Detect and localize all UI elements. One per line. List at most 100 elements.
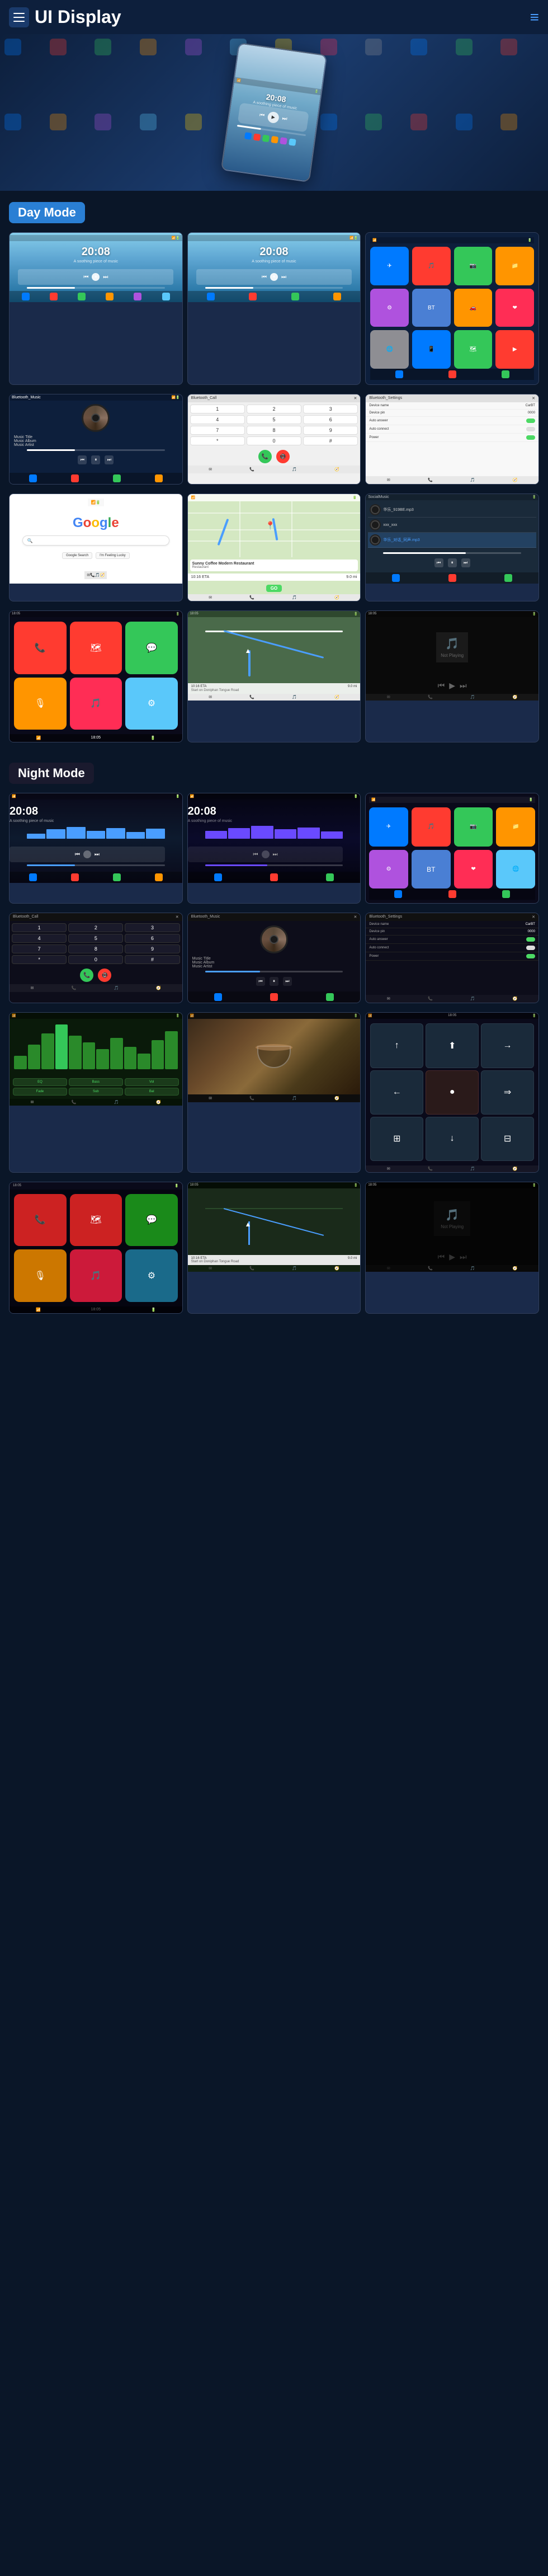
nnp-music-icon[interactable]: 🎵: [470, 1266, 475, 1271]
nav-btn-7[interactable]: ⊞: [370, 1117, 423, 1161]
settings-nav-icon[interactable]: 🧭: [513, 478, 518, 482]
night-app-icon[interactable]: BT: [412, 850, 451, 889]
nav-arrow-left[interactable]: ←: [370, 1070, 423, 1115]
next-ctrl[interactable]: ⏭: [105, 455, 114, 464]
night-play-ctrl[interactable]: ⏸: [270, 977, 278, 986]
night-play-1[interactable]: [83, 850, 91, 858]
key-7[interactable]: 7: [190, 426, 245, 435]
app-icon[interactable]: [29, 474, 37, 482]
key-star[interactable]: *: [190, 436, 245, 445]
app-icon[interactable]: [270, 993, 278, 1001]
night-key-7[interactable]: 7: [12, 944, 67, 953]
app-icon[interactable]: [326, 873, 334, 881]
app-icon[interactable]: [392, 574, 400, 582]
f-nav-icon[interactable]: 🧭: [334, 1096, 339, 1101]
player-bar-2[interactable]: ⏮ ⏸ ⏭: [196, 269, 352, 285]
phone-app[interactable]: 📞: [14, 622, 67, 674]
m-phone-icon[interactable]: 📞: [249, 595, 254, 600]
power-toggle[interactable]: [526, 435, 535, 440]
wave-btn-1[interactable]: EQ: [13, 1078, 67, 1086]
night-next-1[interactable]: ⏭: [95, 852, 100, 858]
app-icon-grid[interactable]: ⚙: [370, 289, 409, 327]
nav-phone-icon[interactable]: 📞: [249, 695, 254, 699]
night-app-icon[interactable]: ✈: [369, 807, 408, 847]
maps-app[interactable]: 🗺: [70, 622, 122, 674]
music-icon[interactable]: 🎵: [292, 467, 297, 472]
wave-btn-5[interactable]: Sub: [69, 1088, 123, 1096]
next-btn-2[interactable]: ⏭: [281, 274, 286, 280]
wave-btn-6[interactable]: Bal: [125, 1088, 179, 1096]
ns-nav-icon[interactable]: 🧭: [513, 996, 518, 1001]
m-music-icon[interactable]: 🎵: [292, 595, 297, 600]
app-icon-grid[interactable]: 🗺: [454, 330, 493, 369]
app-icon-grid[interactable]: 🌐: [370, 330, 409, 369]
prev-icon[interactable]: ⏮: [259, 112, 264, 119]
nav-music-icon[interactable]: 🎵: [292, 695, 297, 699]
app-icon[interactable]: [207, 293, 215, 300]
night-next-ctrl[interactable]: ⏭: [283, 977, 292, 986]
app-icon[interactable]: [502, 370, 509, 378]
night-app-icon[interactable]: 📁: [496, 807, 535, 847]
app-icon[interactable]: [504, 574, 512, 582]
app-icon[interactable]: [448, 890, 456, 898]
key-hash[interactable]: #: [303, 436, 358, 445]
app-icon[interactable]: [71, 474, 79, 482]
nnd-phone-icon[interactable]: 📞: [249, 1266, 254, 1271]
g-nav-icon[interactable]: 🧭: [100, 573, 105, 577]
app-icon[interactable]: [249, 293, 257, 300]
night-player-1[interactable]: ⏮ ⏭: [10, 847, 165, 862]
podcast-app[interactable]: 🎙: [14, 678, 67, 730]
nn-music-icon[interactable]: 🎵: [470, 1167, 475, 1171]
hangup-btn[interactable]: 📵: [276, 450, 290, 463]
app-icon-grid[interactable]: ▶: [495, 330, 534, 369]
night-auto-answer-toggle[interactable]: [526, 937, 535, 942]
night-key-hash[interactable]: #: [125, 955, 179, 964]
nn-phone-icon[interactable]: 📞: [428, 1167, 433, 1171]
social-next[interactable]: ⏭: [461, 558, 470, 567]
wave-btn-3[interactable]: Vol: [125, 1078, 179, 1086]
social-prev[interactable]: ⏮: [434, 558, 443, 567]
night-key-0[interactable]: 0: [68, 955, 123, 964]
night-np-prev[interactable]: ⏮: [438, 1252, 445, 1262]
app-icon-grid[interactable]: BT: [412, 289, 451, 327]
next-icon[interactable]: ⏭: [282, 115, 287, 122]
ns-music-icon[interactable]: 🎵: [470, 996, 475, 1001]
app-icon-grid[interactable]: 📁: [495, 247, 534, 285]
night-settings-app[interactable]: ⚙: [125, 1249, 178, 1302]
nc-nav-icon[interactable]: 🧭: [156, 986, 161, 990]
prev-ctrl[interactable]: ⏮: [78, 455, 87, 464]
w-phone-icon[interactable]: 📞: [72, 1100, 77, 1104]
settings-app[interactable]: ⚙: [125, 678, 178, 730]
app-icon[interactable]: [134, 293, 141, 300]
night-call-btn[interactable]: 📞: [80, 969, 93, 982]
night-prev-2[interactable]: ⏮: [253, 852, 258, 858]
wave-btn-2[interactable]: Bass: [69, 1078, 123, 1086]
nc-email-icon[interactable]: ✉: [31, 986, 34, 990]
app-icon[interactable]: [214, 873, 222, 881]
settings-phone-icon[interactable]: 📞: [428, 478, 433, 482]
nav-arrow-right2[interactable]: ⇒: [481, 1070, 534, 1115]
nav-arrow-right[interactable]: →: [481, 1023, 534, 1068]
night-prev-1[interactable]: ⏮: [75, 852, 80, 858]
nav-arrow-down[interactable]: ↓: [426, 1117, 479, 1161]
night-key-6[interactable]: 6: [125, 934, 179, 943]
night-key-5[interactable]: 5: [68, 934, 123, 943]
app-icon[interactable]: [333, 293, 341, 300]
app-icon-grid[interactable]: 📷: [454, 247, 493, 285]
nnd-music-icon[interactable]: 🎵: [292, 1266, 297, 1271]
key-4[interactable]: 4: [190, 415, 245, 424]
app-icon[interactable]: [395, 370, 403, 378]
app-icon[interactable]: [155, 873, 163, 881]
app-icon[interactable]: [502, 890, 510, 898]
night-app-icon[interactable]: ⚙: [369, 850, 408, 889]
app-icon[interactable]: [50, 293, 58, 300]
app-icon[interactable]: [113, 873, 121, 881]
app-icon-grid[interactable]: 🎵: [412, 247, 451, 285]
key-1[interactable]: 1: [190, 405, 245, 413]
night-prev-ctrl[interactable]: ⏮: [256, 977, 265, 986]
np-play[interactable]: ▶: [449, 681, 455, 690]
nav-nav-icon[interactable]: 🧭: [334, 695, 339, 699]
nav-email-icon[interactable]: ✉: [209, 695, 212, 699]
night-phone-app[interactable]: 📞: [14, 1194, 67, 1247]
email-icon[interactable]: ✉: [209, 467, 212, 472]
